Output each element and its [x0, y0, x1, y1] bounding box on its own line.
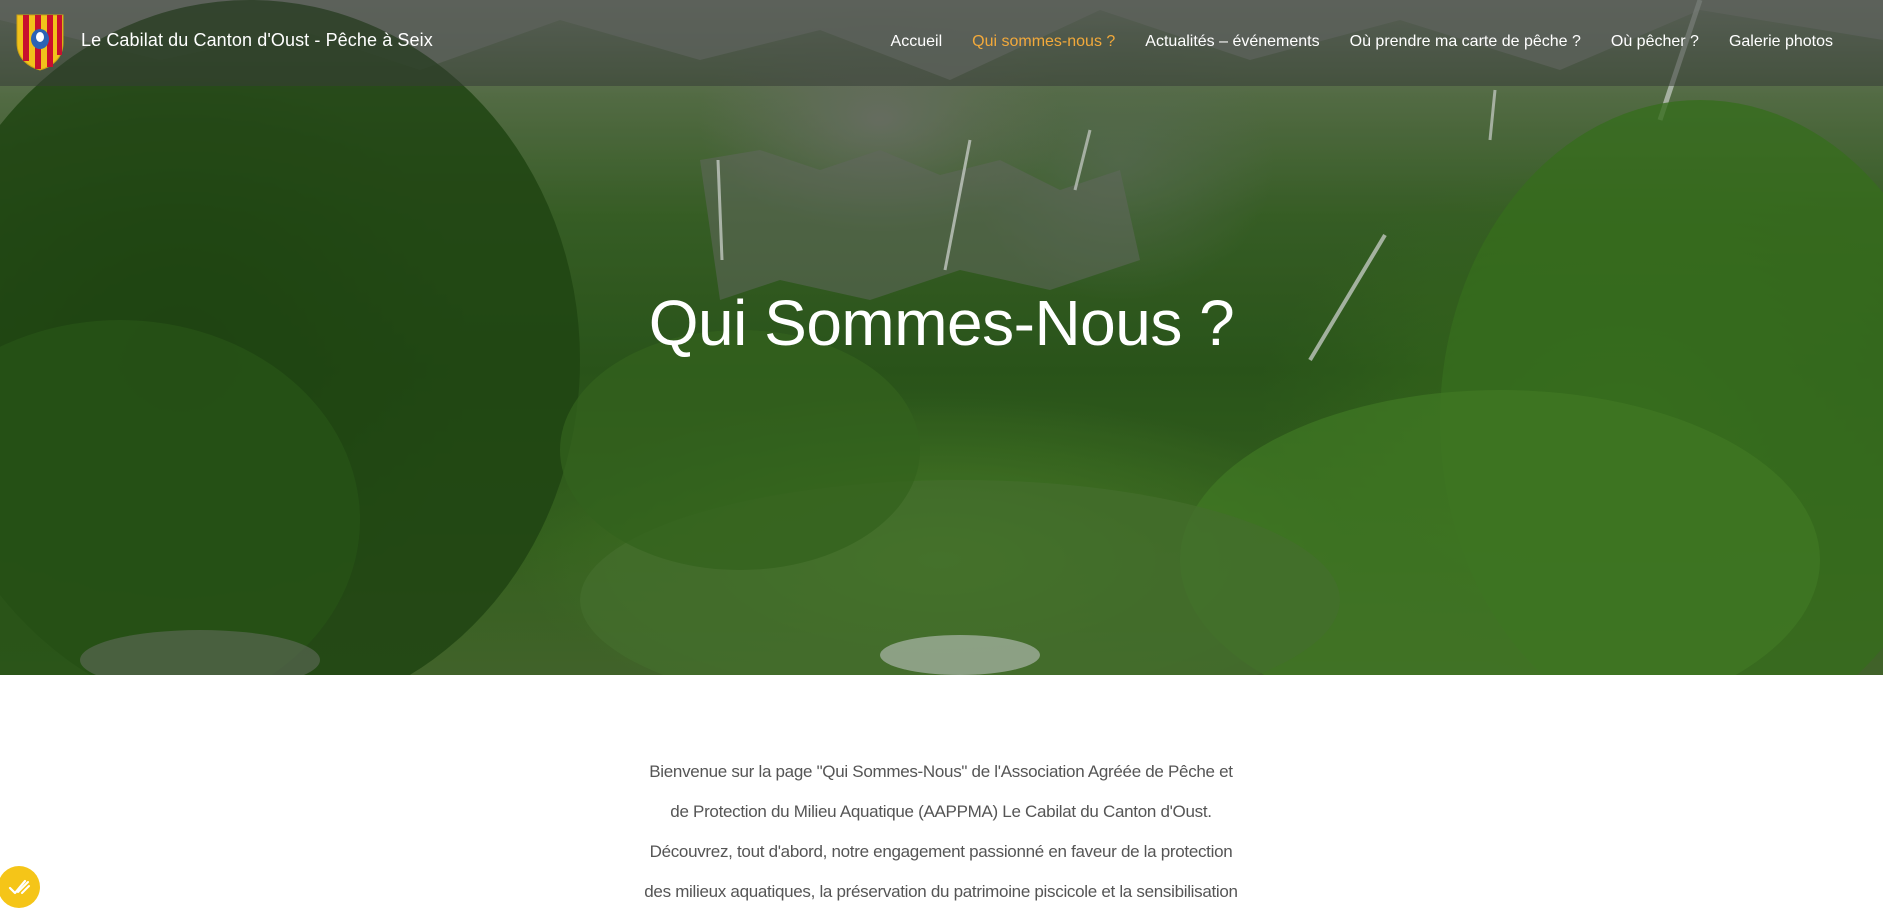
cookie-consent-check-icon [8, 879, 30, 895]
nav-item-qui-sommes-nous[interactable]: Qui sommes-nous ? [972, 33, 1115, 51]
nav-item-galerie-photos[interactable]: Galerie photos [1729, 33, 1833, 51]
coat-of-arms-icon[interactable] [15, 13, 65, 71]
intro-line: Découvrez, tout d'abord, notre engagemen… [649, 842, 1233, 861]
cookie-consent-button[interactable] [0, 866, 40, 908]
hero-banner: Qui Sommes-Nous ? [0, 0, 1883, 675]
nav-item-ou-pecher[interactable]: Où pêcher ? [1611, 33, 1699, 51]
main-nav: Accueil Qui sommes-nous ? Actualités – é… [861, 33, 1833, 51]
nav-item-carte-de-peche[interactable]: Où prendre ma carte de pêche ? [1350, 33, 1581, 51]
site-title[interactable]: Le Cabilat du Canton d'Oust - Pêche à Se… [81, 30, 433, 51]
intro-line: des milieux aquatiques, la préservation … [644, 882, 1238, 901]
nav-item-accueil[interactable]: Accueil [891, 33, 943, 51]
nav-item-actualites[interactable]: Actualités – événements [1145, 33, 1319, 51]
intro-line: Bienvenue sur la page "Qui Sommes-Nous" … [649, 762, 1233, 781]
site-header: Le Cabilat du Canton d'Oust - Pêche à Se… [0, 0, 1883, 86]
page-title: Qui Sommes-Nous ? [648, 287, 1235, 359]
intro-text: Bienvenue sur la page "Qui Sommes-Nous" … [641, 752, 1241, 912]
intro-line: de Protection du Milieu Aquatique (AAPPM… [670, 802, 1212, 821]
